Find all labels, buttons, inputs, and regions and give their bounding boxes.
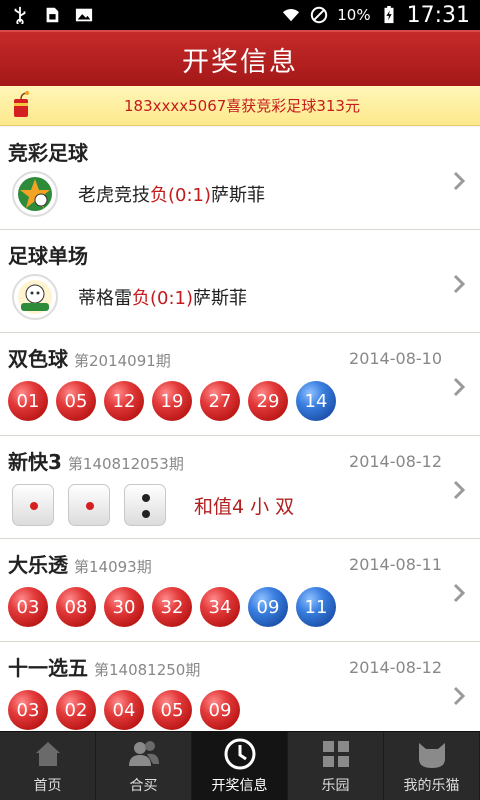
result-card-k3[interactable]: 新快3 第140812053期 2014-08-12 和值4 小 双 — [0, 436, 480, 539]
lottery-name: 竞彩足球 — [8, 141, 88, 165]
red-ball: 19 — [152, 381, 192, 421]
red-ball: 34 — [200, 587, 240, 627]
tab-label: 乐园 — [321, 778, 350, 794]
page-title: 开奖信息 — [182, 46, 298, 78]
chevron-right-icon — [453, 274, 466, 294]
battery-percent: 10% — [337, 6, 371, 24]
chevron-right-icon — [453, 583, 466, 603]
dice-pip — [142, 510, 150, 518]
bottom-nav: 首页 合买 开奖信息 乐园 我的乐猫 — [0, 731, 480, 800]
red-ball: 03 — [8, 587, 48, 627]
battery-icon — [384, 6, 394, 24]
result-card-jczq[interactable]: 竞彩足球 老虎竞技负(0:1)萨斯菲 — [0, 127, 480, 230]
chevron-right-icon — [453, 686, 466, 706]
red-ball: 04 — [104, 690, 144, 730]
draw-date: 2014-08-12 — [349, 658, 442, 677]
tab-my-account[interactable]: 我的乐猫 — [384, 732, 480, 800]
tab-lottery-results[interactable]: 开奖信息 — [192, 732, 288, 800]
red-ball: 08 — [56, 587, 96, 627]
match-result: 老虎竞技负(0:1)萨斯菲 — [78, 185, 266, 206]
draw-date: 2014-08-12 — [349, 452, 442, 471]
red-ball: 05 — [56, 381, 96, 421]
usb-icon — [14, 6, 26, 24]
draw-date: 2014-08-11 — [349, 555, 442, 574]
blue-ball: 14 — [296, 381, 336, 421]
tab-group-buy[interactable]: 合买 — [96, 732, 192, 800]
chevron-right-icon — [453, 480, 466, 500]
team-logo — [12, 171, 58, 217]
tab-label: 合买 — [129, 778, 158, 794]
image-icon — [75, 8, 93, 22]
clock-icon — [224, 738, 255, 770]
draw-date: 2014-08-10 — [349, 349, 442, 368]
win-notice-banner[interactable]: 183xxxx5067喜获竞彩足球313元 — [0, 86, 480, 126]
blue-ball: 11 — [296, 587, 336, 627]
red-ball: 27 — [200, 381, 240, 421]
lottery-name: 大乐透 — [8, 553, 68, 577]
cat-icon — [418, 743, 445, 768]
title-bar: 开奖信息 — [0, 30, 480, 86]
chevron-right-icon — [453, 171, 466, 191]
result-card-dlt[interactable]: 大乐透 第14093期 2014-08-11 03 08 30 32 34 09 11 — [0, 539, 480, 642]
red-ball: 12 — [104, 381, 144, 421]
chevron-right-icon — [453, 377, 466, 397]
lottery-name: 足球单场 — [8, 244, 88, 268]
tab-label: 首页 — [33, 778, 62, 794]
sum-text: 和值4 小 双 — [194, 495, 295, 518]
red-ball: 03 — [8, 690, 48, 730]
dice-pip — [86, 502, 94, 510]
tab-park[interactable]: 乐园 — [288, 732, 384, 800]
firecracker-icon — [14, 90, 29, 117]
dice-face — [12, 484, 54, 526]
blue-ball: 09 — [248, 587, 288, 627]
lottery-results-list[interactable]: 竞彩足球 老虎竞技负(0:1)萨斯菲 足球单场 蒂格雷负(0:1)萨斯菲 双色球… — [0, 127, 480, 731]
red-ball: 02 — [56, 690, 96, 730]
dice-pip — [30, 502, 38, 510]
dice-face — [124, 484, 166, 526]
lottery-name: 双色球 — [8, 347, 68, 371]
result-card-ssq[interactable]: 双色球 第2014091期 2014-08-10 01 05 12 19 27 29 14 — [0, 333, 480, 436]
issue-number: 第140812053期 — [67, 455, 184, 473]
result-card-zqdc[interactable]: 足球单场 蒂格雷负(0:1)萨斯菲 — [0, 230, 480, 333]
group-icon — [128, 741, 159, 766]
tab-label: 我的乐猫 — [403, 778, 460, 794]
red-ball: 30 — [104, 587, 144, 627]
tab-home[interactable]: 首页 — [0, 732, 96, 800]
star-logo-icon — [18, 177, 52, 211]
ball-row: 01 05 12 19 27 29 14 — [8, 381, 336, 421]
issue-number: 第2014091期 — [74, 352, 171, 370]
red-ball: 09 — [200, 690, 240, 730]
lottery-name: 十一选五 — [8, 656, 88, 680]
match-result: 蒂格雷负(0:1)萨斯菲 — [78, 288, 248, 309]
status-bar: 10% 17:31 — [0, 0, 480, 30]
dice-pip — [142, 494, 150, 502]
team-logo — [12, 274, 58, 320]
wifi-icon — [283, 9, 300, 22]
red-ball: 05 — [152, 690, 192, 730]
red-ball: 01 — [8, 381, 48, 421]
tab-label: 开奖信息 — [211, 778, 268, 794]
no-signal-icon — [311, 6, 328, 24]
cat-ball-logo-icon — [18, 280, 52, 314]
dice-row: 和值4 小 双 — [8, 484, 294, 526]
clock-time: 17:31 — [406, 2, 470, 28]
red-ball: 32 — [152, 587, 192, 627]
grid-icon — [322, 741, 349, 767]
notice-text: 183xxxx5067喜获竞彩足球313元 — [124, 97, 360, 115]
home-icon — [35, 742, 60, 766]
dice-face — [68, 484, 110, 526]
issue-number: 第14081250期 — [94, 661, 201, 679]
red-ball: 29 — [248, 381, 288, 421]
ball-row: 03 02 04 05 09 — [8, 690, 240, 730]
sim-card-icon — [46, 7, 59, 23]
lottery-name: 新快3 — [8, 450, 62, 474]
ball-row: 03 08 30 32 34 09 11 — [8, 587, 336, 627]
issue-number: 第14093期 — [74, 558, 152, 576]
result-card-syxw[interactable]: 十一选五 第14081250期 2014-08-12 03 02 04 05 09 — [0, 642, 480, 731]
